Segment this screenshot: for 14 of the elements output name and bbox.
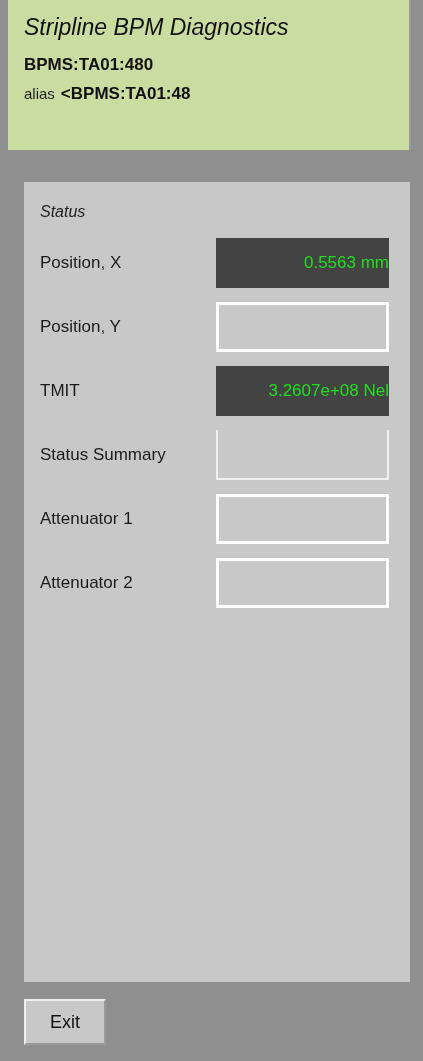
window-title: Stripline BPM Diagnostics [24,14,290,42]
alias-name: <BPMS:TA01:48 [60,83,191,106]
field-label: Position, X [40,252,123,275]
readout-field: 3.2607e+08 Nel [216,366,389,416]
exit-button[interactable]: Exit [24,999,106,1045]
alias-label: alias [24,84,55,105]
device-name: BPMS:TA01:480 [24,53,155,76]
field-label: Status Summary [40,444,167,467]
readout-field: 0.5563 mm [216,238,389,288]
field-label: Attenuator 1 [40,508,134,531]
field-label: TMIT [40,380,81,403]
panel-title: Status [40,202,87,222]
field-label: Attenuator 2 [40,572,134,595]
field-label: Position, Y [40,316,122,339]
